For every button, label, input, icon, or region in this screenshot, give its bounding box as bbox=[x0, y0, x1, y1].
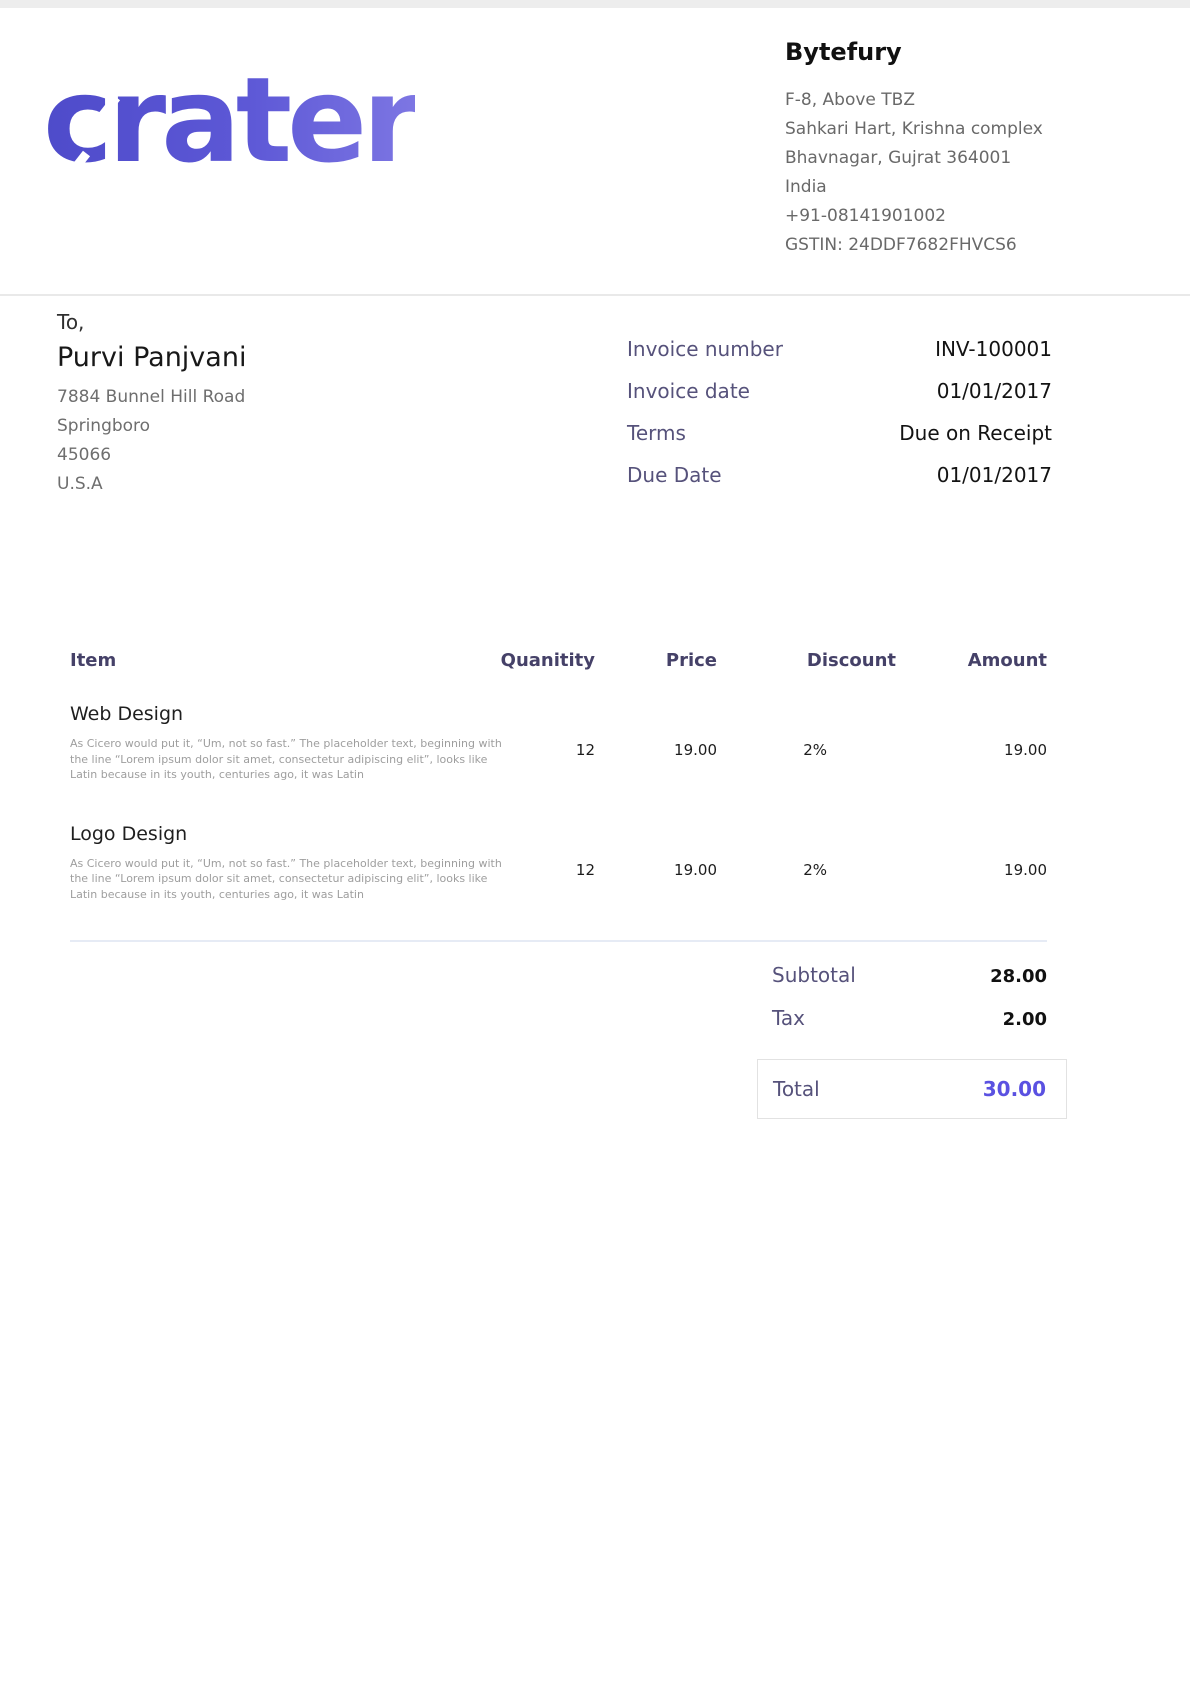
company-phone: +91-08141901002 bbox=[785, 202, 1043, 231]
column-header-price: Price bbox=[595, 650, 717, 671]
subtotal-value: 28.00 bbox=[990, 964, 1047, 990]
invoice-date-value: 01/01/2017 bbox=[937, 378, 1052, 404]
total-label: Total bbox=[773, 1077, 820, 1101]
invoice-date-label: Invoice date bbox=[627, 378, 750, 404]
item-discount: 2% bbox=[717, 701, 896, 783]
item-price: 19.00 bbox=[595, 701, 717, 783]
due-date-row: Due Date 01/01/2017 bbox=[627, 462, 1052, 488]
company-address-line: Bhavnagar, Gujrat 364001 bbox=[785, 144, 1043, 173]
items-table: Item Quanitity Price Discount Amount Web… bbox=[70, 650, 1047, 942]
terms-row: Terms Due on Receipt bbox=[627, 420, 1052, 446]
bill-to-label: To, bbox=[57, 310, 246, 334]
company-name: Bytefury bbox=[785, 38, 1043, 66]
item-cell: Web Design As Cicero would put it, “Um, … bbox=[70, 701, 490, 783]
item-amount: 19.00 bbox=[896, 821, 1047, 903]
subtotal-row: Subtotal 28.00 bbox=[757, 962, 1067, 990]
item-quantity: 12 bbox=[490, 821, 595, 903]
due-date-label: Due Date bbox=[627, 462, 722, 488]
window-top-edge bbox=[0, 0, 1190, 8]
customer-address-line: Springboro bbox=[57, 412, 246, 441]
totals-section: Subtotal 28.00 Tax 2.00 Total 30.00 bbox=[757, 962, 1067, 1119]
customer-address-line: 7884 Bunnel Hill Road bbox=[57, 383, 246, 412]
tax-row: Tax 2.00 bbox=[757, 1005, 1067, 1033]
table-bottom-separator bbox=[70, 940, 1047, 942]
item-amount: 19.00 bbox=[896, 701, 1047, 783]
customer-address-line: 45066 bbox=[57, 441, 246, 470]
column-header-item: Item bbox=[70, 650, 490, 671]
column-header-discount: Discount bbox=[717, 650, 896, 671]
header-divider bbox=[0, 294, 1190, 296]
company-address-line: Sahkari Hart, Krishna complex bbox=[785, 115, 1043, 144]
company-address-line: India bbox=[785, 173, 1043, 202]
invoice-meta: Invoice number INV-100001 Invoice date 0… bbox=[627, 336, 1052, 504]
total-box: Total 30.00 bbox=[757, 1059, 1067, 1119]
subtotal-label: Subtotal bbox=[772, 962, 856, 988]
invoice-number-label: Invoice number bbox=[627, 336, 783, 362]
items-table-header: Item Quanitity Price Discount Amount bbox=[70, 650, 1047, 671]
item-description: As Cicero would put it, “Um, not so fast… bbox=[70, 856, 502, 903]
item-name: Web Design bbox=[70, 701, 490, 727]
terms-label: Terms bbox=[627, 420, 686, 446]
table-row: Web Design As Cicero would put it, “Um, … bbox=[70, 701, 1047, 783]
item-description: As Cicero would put it, “Um, not so fast… bbox=[70, 736, 502, 783]
item-discount: 2% bbox=[717, 821, 896, 903]
due-date-value: 01/01/2017 bbox=[937, 462, 1052, 488]
invoice-number-row: Invoice number INV-100001 bbox=[627, 336, 1052, 362]
logo-slice-decoration bbox=[439, 130, 473, 170]
item-quantity: 12 bbox=[490, 701, 595, 783]
company-gstin: GSTIN: 24DDF7682FHVCS6 bbox=[785, 231, 1043, 260]
invoice-date-row: Invoice date 01/01/2017 bbox=[627, 378, 1052, 404]
item-name: Logo Design bbox=[70, 821, 490, 847]
item-price: 19.00 bbox=[595, 821, 717, 903]
invoice-document: crater Bytefury F-8, Above TBZ Sahkari H… bbox=[0, 0, 1190, 1684]
column-header-quantity: Quanitity bbox=[490, 650, 595, 671]
total-value: 30.00 bbox=[983, 1077, 1046, 1101]
column-header-amount: Amount bbox=[896, 650, 1047, 671]
company-info: Bytefury F-8, Above TBZ Sahkari Hart, Kr… bbox=[785, 38, 1043, 260]
bill-to-section: To, Purvi Panjvani 7884 Bunnel Hill Road… bbox=[57, 310, 246, 499]
tax-label: Tax bbox=[772, 1005, 805, 1031]
terms-value: Due on Receipt bbox=[899, 420, 1052, 446]
customer-address-line: U.S.A bbox=[57, 470, 246, 499]
company-address: F-8, Above TBZ Sahkari Hart, Krishna com… bbox=[785, 86, 1043, 260]
tax-value: 2.00 bbox=[1003, 1007, 1047, 1033]
customer-address: 7884 Bunnel Hill Road Springboro 45066 U… bbox=[57, 383, 246, 499]
customer-name: Purvi Panjvani bbox=[57, 342, 246, 373]
table-row: Logo Design As Cicero would put it, “Um,… bbox=[70, 821, 1047, 903]
company-address-line: F-8, Above TBZ bbox=[785, 86, 1043, 115]
invoice-number-value: INV-100001 bbox=[935, 336, 1052, 362]
item-cell: Logo Design As Cicero would put it, “Um,… bbox=[70, 821, 490, 903]
